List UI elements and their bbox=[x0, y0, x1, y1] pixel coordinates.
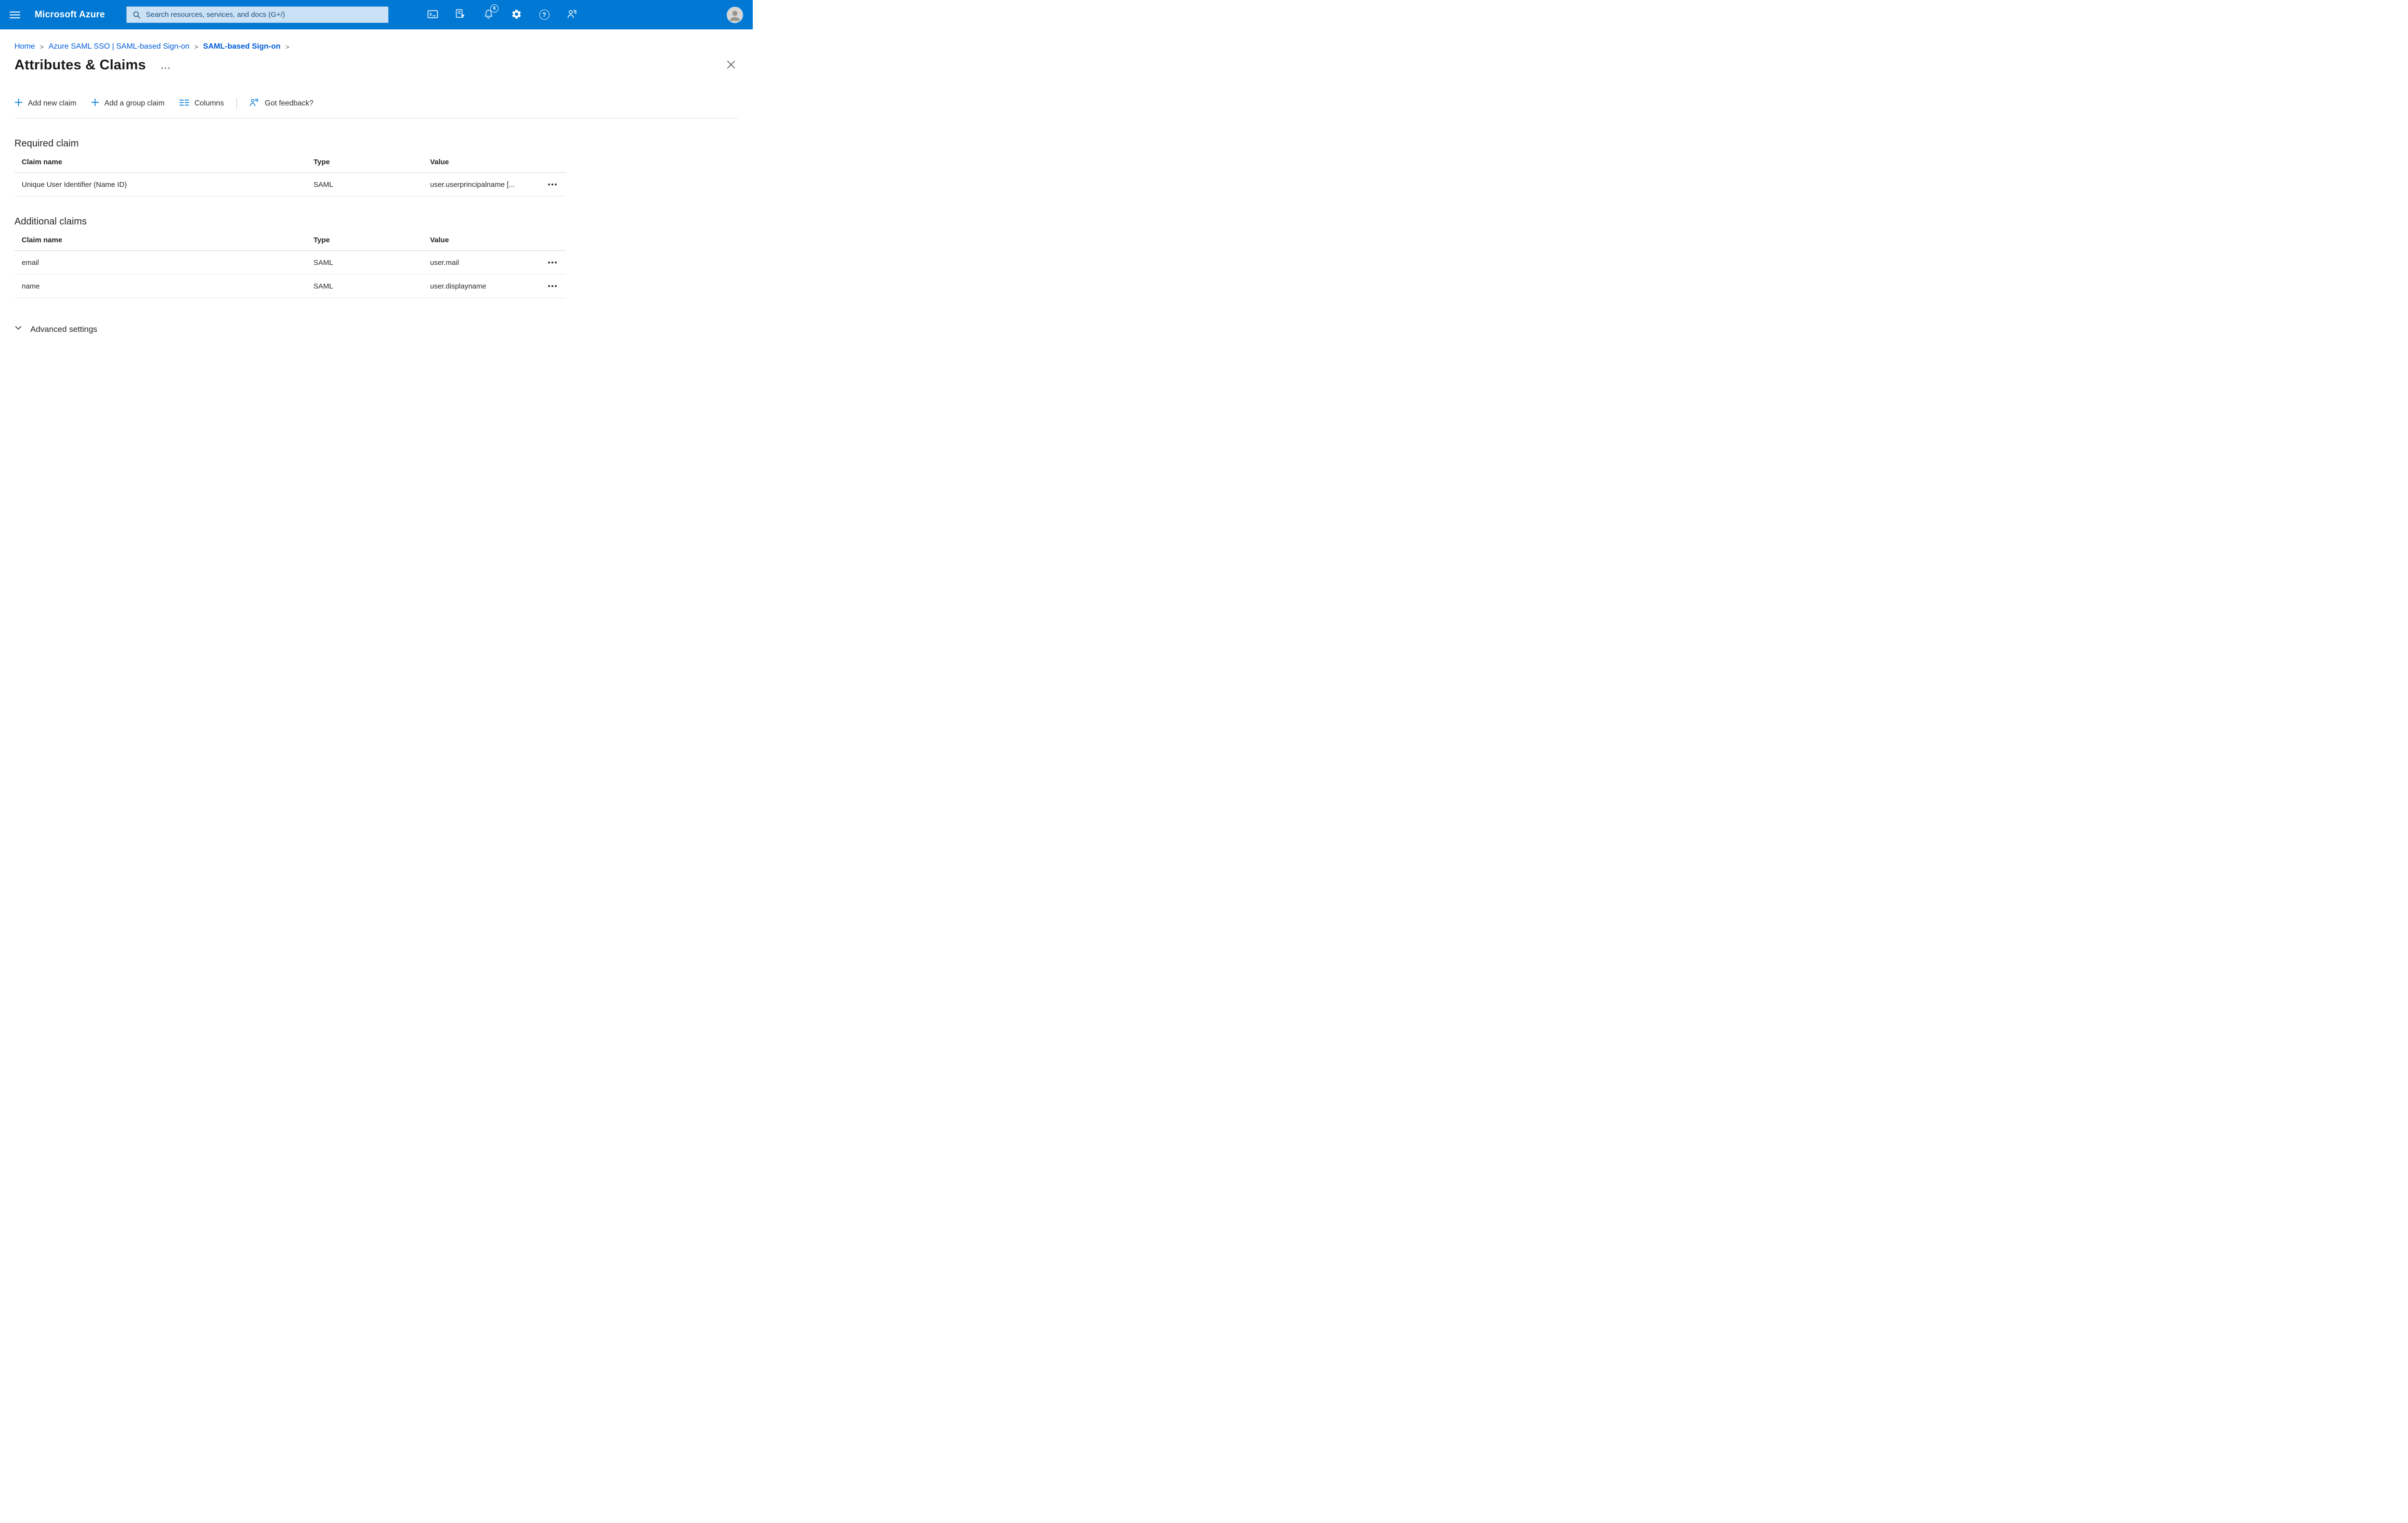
cloud-shell-button[interactable] bbox=[419, 0, 446, 29]
column-header-claim-name: Claim name bbox=[22, 236, 63, 244]
feedback-button[interactable] bbox=[558, 0, 586, 29]
additional-claims-section: Additional claims Claim name Type Value … bbox=[0, 216, 753, 298]
claim-name-cell: name bbox=[22, 282, 40, 290]
breadcrumb-link-home[interactable]: Home bbox=[14, 42, 35, 51]
table-header-row: Claim name Type Value bbox=[14, 229, 566, 251]
additional-claims-heading: Additional claims bbox=[14, 216, 87, 227]
add-new-claim-button[interactable]: Add new claim bbox=[14, 98, 77, 109]
plus-icon bbox=[14, 98, 23, 109]
claim-name-cell: email bbox=[22, 258, 39, 267]
breadcrumb-link-saml-signon[interactable]: SAML-based Sign-on bbox=[203, 42, 281, 51]
close-icon bbox=[727, 60, 735, 70]
add-new-claim-label: Add new claim bbox=[28, 99, 77, 107]
title-context-menu-button[interactable] bbox=[159, 66, 171, 71]
search-input[interactable] bbox=[126, 6, 389, 23]
got-feedback-button[interactable]: Got feedback? bbox=[249, 97, 314, 110]
got-feedback-label: Got feedback? bbox=[264, 99, 314, 107]
help-button[interactable] bbox=[530, 0, 558, 29]
ellipsis-icon bbox=[548, 285, 557, 287]
required-claim-table: Claim name Type Value Unique User Identi… bbox=[14, 151, 566, 197]
breadcrumb-separator: > bbox=[285, 43, 289, 51]
settings-button[interactable] bbox=[502, 0, 530, 29]
columns-label: Columns bbox=[194, 99, 224, 107]
got-feedback-icon bbox=[249, 97, 260, 110]
cloud-shell-icon bbox=[427, 8, 439, 22]
columns-button[interactable]: Columns bbox=[179, 99, 224, 109]
advanced-settings-toggle[interactable]: Advanced settings bbox=[14, 324, 97, 334]
ellipsis-icon bbox=[161, 67, 170, 69]
claim-row[interactable]: name SAML user.displayname bbox=[14, 275, 566, 298]
row-context-menu-button[interactable] bbox=[539, 251, 566, 274]
toolbar-divider bbox=[236, 98, 237, 109]
breadcrumb-link-saml-sso[interactable]: Azure SAML SSO | SAML-based Sign-on bbox=[49, 42, 190, 51]
feedback-icon bbox=[566, 8, 578, 21]
advanced-settings-label: Advanced settings bbox=[30, 324, 97, 334]
claim-value-cell: user.displayname bbox=[430, 282, 486, 290]
azure-brand[interactable]: Microsoft Azure bbox=[35, 10, 105, 20]
table-header-row: Claim name Type Value bbox=[14, 151, 566, 173]
close-blade-button[interactable] bbox=[724, 57, 738, 73]
required-claim-heading: Required claim bbox=[14, 138, 79, 149]
claim-type-cell: SAML bbox=[314, 258, 333, 267]
notification-badge: 6 bbox=[490, 4, 498, 13]
hamburger-menu-button[interactable] bbox=[0, 0, 30, 29]
required-claim-section: Required claim Claim name Type Value Uni… bbox=[0, 138, 753, 197]
add-group-claim-button[interactable]: Add a group claim bbox=[91, 98, 165, 109]
breadcrumb-separator: > bbox=[39, 43, 44, 51]
claim-type-cell: SAML bbox=[314, 180, 333, 189]
avatar[interactable] bbox=[727, 6, 743, 23]
row-context-menu-button[interactable] bbox=[539, 173, 566, 196]
topbar-actions: 6 bbox=[419, 0, 746, 29]
claim-row[interactable]: email SAML user.mail bbox=[14, 251, 566, 275]
page-title: Attributes & Claims bbox=[14, 57, 146, 73]
breadcrumb: Home > Azure SAML SSO | SAML-based Sign-… bbox=[0, 29, 753, 51]
column-header-value: Value bbox=[430, 158, 449, 166]
claim-row[interactable]: Unique User Identifier (Name ID) SAML us… bbox=[14, 173, 566, 197]
ellipsis-icon bbox=[548, 262, 557, 263]
claim-name-cell: Unique User Identifier (Name ID) bbox=[22, 180, 127, 189]
command-bar: Add new claim Add a group claim Columns bbox=[14, 95, 738, 112]
breadcrumb-separator: > bbox=[194, 43, 198, 51]
notifications-button[interactable]: 6 bbox=[474, 0, 502, 29]
global-search bbox=[126, 6, 389, 23]
column-header-claim-name: Claim name bbox=[22, 158, 63, 166]
title-row: Attributes & Claims bbox=[0, 51, 753, 73]
plus-icon bbox=[91, 98, 99, 109]
gear-icon bbox=[511, 9, 522, 21]
column-header-value: Value bbox=[430, 236, 449, 244]
directory-filter-icon bbox=[455, 8, 466, 21]
column-header-type: Type bbox=[314, 236, 330, 244]
row-context-menu-button[interactable] bbox=[539, 275, 566, 298]
top-bar: Microsoft Azure Search resources, servic… bbox=[0, 0, 753, 29]
hamburger-icon bbox=[10, 10, 20, 20]
ellipsis-icon bbox=[548, 184, 557, 185]
column-header-type: Type bbox=[314, 158, 330, 166]
columns-icon bbox=[179, 99, 189, 109]
add-group-claim-label: Add a group claim bbox=[104, 99, 165, 107]
directory-filter-button[interactable] bbox=[446, 0, 474, 29]
claim-type-cell: SAML bbox=[314, 282, 333, 290]
chevron-down-icon bbox=[14, 324, 22, 334]
claim-value-cell: user.userprincipalname [... bbox=[430, 180, 515, 189]
help-icon bbox=[539, 10, 550, 20]
claim-value-cell: user.mail bbox=[430, 258, 459, 267]
additional-claims-table: Claim name Type Value email SAML user.ma… bbox=[14, 229, 566, 298]
